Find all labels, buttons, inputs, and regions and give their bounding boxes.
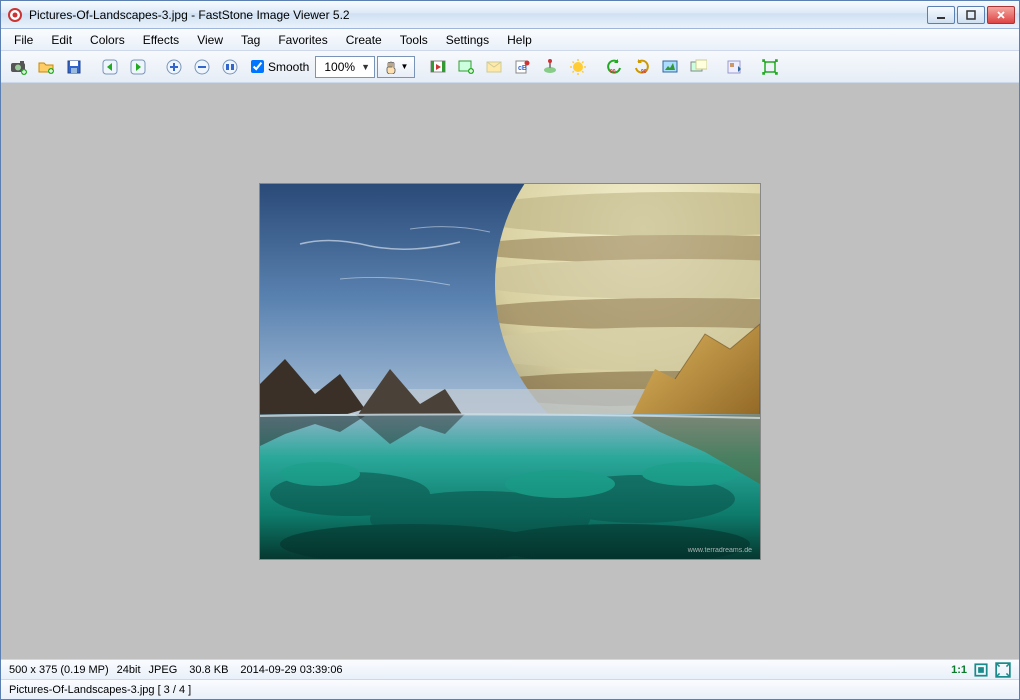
menu-file[interactable]: File (7, 31, 40, 49)
save-button[interactable] (61, 54, 87, 80)
menu-tag[interactable]: Tag (234, 31, 267, 49)
status-size: 30.8 KB (189, 664, 228, 676)
smooth-toggle[interactable]: Smooth (245, 60, 313, 74)
slideshow-button[interactable] (425, 54, 451, 80)
open-button[interactable] (33, 54, 59, 80)
menubar: File Edit Colors Effects View Tag Favori… (1, 29, 1019, 51)
displayed-image: www.terradreams.de (260, 184, 760, 559)
compare-button[interactable] (453, 54, 479, 80)
status-filename-index: Pictures-Of-Landscapes-3.jpg [ 3 / 4 ] (9, 684, 191, 696)
zoom-select[interactable]: 100% ▼ (315, 56, 375, 78)
status-datetime: 2014-09-29 03:39:06 (240, 664, 342, 676)
statusbar-filename: Pictures-Of-Landscapes-3.jpg [ 3 / 4 ] (1, 679, 1019, 699)
window-controls (927, 6, 1015, 24)
actual-size-button[interactable] (217, 54, 243, 80)
svg-text:90: 90 (641, 69, 647, 75)
pan-tool-button[interactable]: ▼ (377, 56, 415, 78)
chevron-down-icon: ▼ (401, 62, 409, 71)
menu-tools[interactable]: Tools (393, 31, 435, 49)
status-ratio: 1:1 (951, 664, 967, 676)
app-window: Pictures-Of-Landscapes-3.jpg - FastStone… (0, 0, 1020, 700)
fit-image-icon[interactable] (995, 662, 1011, 678)
svg-text:90: 90 (610, 69, 616, 75)
menu-colors[interactable]: Colors (83, 31, 132, 49)
chevron-down-icon: ▼ (361, 62, 370, 72)
prev-button[interactable] (97, 54, 123, 80)
contact-sheet-button[interactable] (721, 54, 747, 80)
status-depth: 24bit (117, 664, 141, 676)
menu-edit[interactable]: Edit (44, 31, 79, 49)
toolbar: Smooth 100% ▼ ▼ cB 90 90 (1, 51, 1019, 83)
menu-help[interactable]: Help (500, 31, 539, 49)
image-viewport[interactable]: www.terradreams.de (1, 83, 1019, 659)
fullscreen-button[interactable] (757, 54, 783, 80)
window-title: Pictures-Of-Landscapes-3.jpg - FastStone… (29, 8, 927, 22)
rotate-left-button[interactable]: 90 (601, 54, 627, 80)
app-icon (7, 7, 23, 23)
rotate-right-button[interactable]: 90 (629, 54, 655, 80)
statusbar-info: 500 x 375 (0.19 MP) 24bit JPEG 30.8 KB 2… (1, 659, 1019, 679)
maximize-button[interactable] (957, 6, 985, 24)
svg-text:cB: cB (518, 65, 527, 72)
menu-settings[interactable]: Settings (439, 31, 496, 49)
zoom-in-button[interactable] (161, 54, 187, 80)
zoom-value: 100% (324, 60, 355, 74)
next-button[interactable] (125, 54, 151, 80)
wallpaper-button[interactable] (657, 54, 683, 80)
status-dimensions: 500 x 375 (0.19 MP) (9, 664, 109, 676)
jpeg-comment-button[interactable] (537, 54, 563, 80)
menu-create[interactable]: Create (339, 31, 389, 49)
close-button[interactable] (987, 6, 1015, 24)
draw-board-button[interactable] (685, 54, 711, 80)
menu-view[interactable]: View (190, 31, 230, 49)
titlebar: Pictures-Of-Landscapes-3.jpg - FastStone… (1, 1, 1019, 29)
minimize-button[interactable] (927, 6, 955, 24)
email-button[interactable] (481, 54, 507, 80)
status-format: JPEG (149, 664, 178, 676)
batch-convert-button[interactable]: cB (509, 54, 535, 80)
fit-window-icon[interactable] (973, 662, 989, 678)
menu-favorites[interactable]: Favorites (271, 31, 334, 49)
zoom-out-button[interactable] (189, 54, 215, 80)
smooth-label: Smooth (268, 60, 309, 74)
acquire-button[interactable] (5, 54, 31, 80)
screen-capture-button[interactable] (565, 54, 591, 80)
svg-text:www.terradreams.de: www.terradreams.de (687, 547, 752, 554)
menu-effects[interactable]: Effects (136, 31, 186, 49)
smooth-checkbox[interactable] (251, 60, 264, 73)
